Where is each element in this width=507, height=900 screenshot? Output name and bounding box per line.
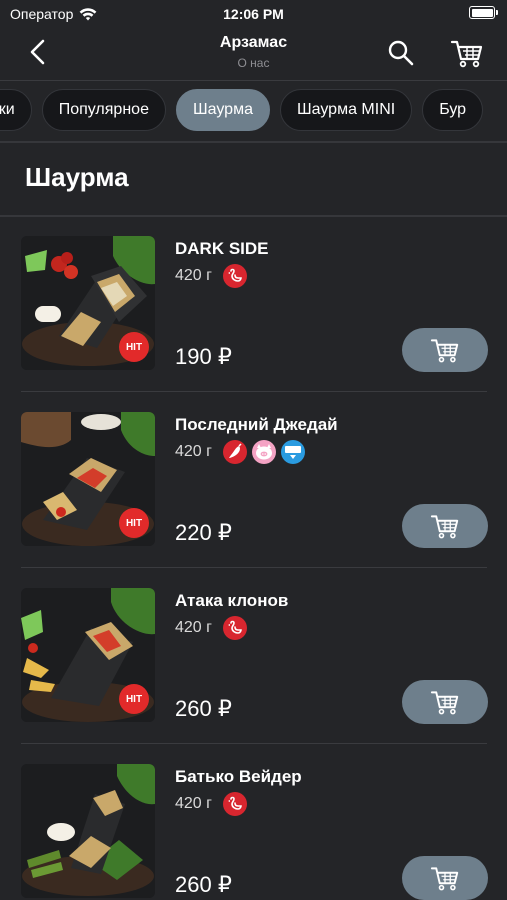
product-image[interactable] <box>21 764 155 898</box>
item-divider <box>21 391 487 392</box>
product-meta: 420 г <box>175 616 247 640</box>
add-to-cart-button[interactable] <box>402 328 488 372</box>
nav-divider <box>0 80 507 81</box>
chicken-icon <box>222 264 247 288</box>
hit-badge: HIT <box>119 508 149 538</box>
category-tabs: инки Популярное Шаурма Шаурма MINI Бур <box>0 89 507 133</box>
product-price: 260 ₽ <box>175 872 232 897</box>
cart-icon <box>430 515 459 539</box>
nav-bar: Арзамас О нас <box>0 28 507 80</box>
cart-icon <box>430 691 459 715</box>
product-image[interactable]: HIT <box>21 412 155 546</box>
kcal-icon <box>280 440 305 464</box>
status-time: 12:06 PM <box>223 6 284 22</box>
hit-badge: HIT <box>119 684 149 714</box>
product-name[interactable]: Последний Джедай <box>175 415 338 435</box>
product-image[interactable]: HIT <box>21 236 155 370</box>
product-price: 190 ₽ <box>175 344 232 369</box>
product-name[interactable]: Батько Вейдер <box>175 767 302 787</box>
chicken-icon <box>222 792 247 816</box>
product-price: 260 ₽ <box>175 696 232 721</box>
search-icon[interactable] <box>386 38 416 68</box>
product-name[interactable]: DARK SIDE <box>175 239 269 259</box>
cart-icon[interactable] <box>450 36 484 70</box>
product-card[interactable]: HIT Атака клонов 420 г 260 ₽ <box>0 588 507 764</box>
about-link[interactable]: О нас <box>0 56 507 70</box>
battery-icon <box>469 6 498 19</box>
chili-pepper-icon <box>222 440 247 464</box>
cart-icon <box>430 339 459 363</box>
add-to-cart-button[interactable] <box>402 856 488 900</box>
section-title: Шаурма <box>25 162 129 192</box>
category-tab-shawarma-mini[interactable]: Шаурма MINI <box>279 89 413 131</box>
category-divider <box>0 141 507 143</box>
add-to-cart-button[interactable] <box>402 504 488 548</box>
cart-icon <box>430 867 459 891</box>
product-weight: 420 г <box>175 619 212 636</box>
chicken-icon <box>222 616 247 640</box>
item-divider <box>21 567 487 568</box>
status-bar: Оператор 12:06 PM <box>0 0 507 28</box>
category-tab-shawarma[interactable]: Шаурма <box>175 89 270 131</box>
item-divider <box>21 743 487 744</box>
product-meta: 420 г <box>175 792 247 816</box>
category-tab-drinks[interactable]: инки <box>0 89 32 131</box>
category-tab-popular[interactable]: Популярное <box>41 89 166 131</box>
product-weight: 420 г <box>175 795 212 812</box>
category-tab-burgers[interactable]: Бур <box>422 89 484 131</box>
add-to-cart-button[interactable] <box>402 680 488 724</box>
product-weight: 420 г <box>175 443 212 460</box>
product-meta: 420 г <box>175 440 305 464</box>
page-title: Арзамас <box>219 34 288 51</box>
pork-icon <box>251 440 276 464</box>
product-card[interactable]: HIT DARK SIDE 420 г 190 ₽ <box>0 236 507 412</box>
product-weight: 420 г <box>175 267 212 284</box>
section-divider <box>0 215 507 217</box>
product-price: 220 ₽ <box>175 520 232 545</box>
product-meta: 420 г <box>175 264 247 288</box>
hit-badge: HIT <box>119 332 149 362</box>
product-name[interactable]: Атака клонов <box>175 591 288 611</box>
product-card[interactable]: HIT Последний Джедай 420 г 220 ₽ <box>0 412 507 588</box>
product-image[interactable]: HIT <box>21 588 155 722</box>
product-card[interactable]: Батько Вейдер 420 г 260 ₽ <box>0 764 507 900</box>
